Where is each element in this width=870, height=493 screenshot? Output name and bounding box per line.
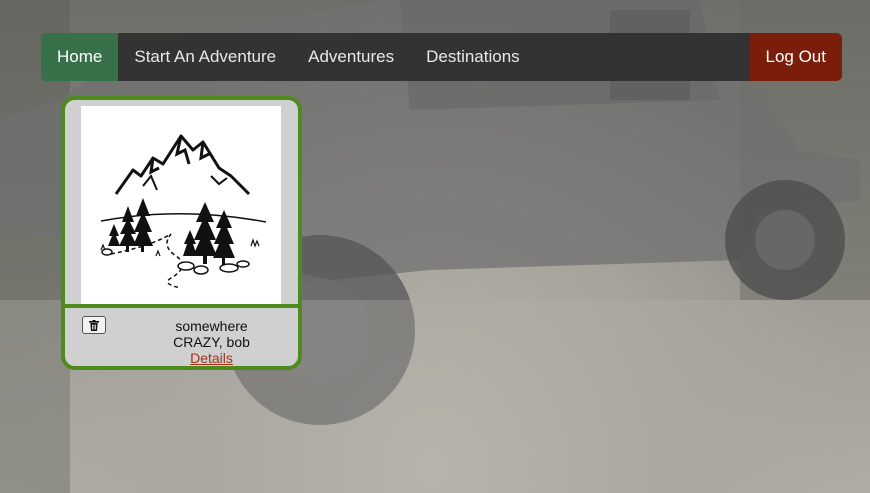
nav-adventures[interactable]: Adventures [292,33,410,81]
card-location: somewhere [175,318,248,334]
nav-home[interactable]: Home [41,33,119,81]
card-info: somewhere CRAZY, bob Details [125,318,298,366]
nav-start-adventure[interactable]: Start An Adventure [118,33,292,81]
logout-button[interactable]: Log Out [749,33,842,81]
details-link[interactable]: Details [190,350,233,366]
delete-button[interactable] [82,316,106,334]
main-navbar: Home Start An Adventure Adventures Desti… [41,33,842,81]
card-divider [65,304,298,308]
card-author: CRAZY, bob [173,334,250,350]
trash-icon [89,319,99,331]
mountain-trees-landscape-icon [81,106,281,304]
adventure-card: somewhere CRAZY, bob Details [61,96,302,370]
nav-destinations[interactable]: Destinations [410,33,536,81]
